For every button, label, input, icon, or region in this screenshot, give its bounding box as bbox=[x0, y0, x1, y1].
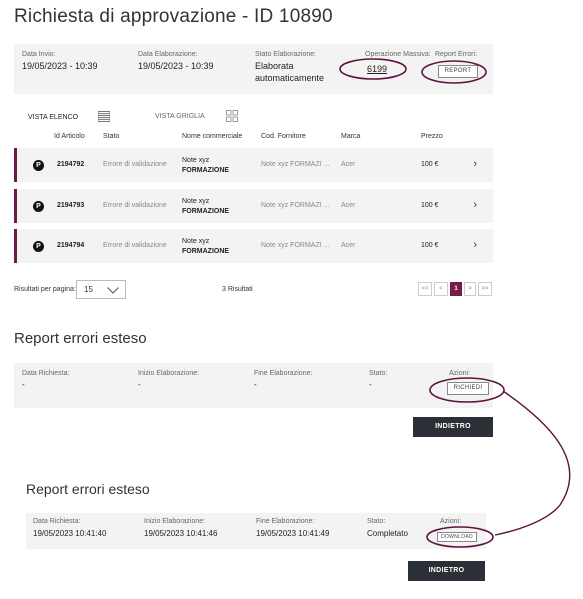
pager-next[interactable]: > bbox=[464, 282, 476, 296]
row-nome-line2: FORMAZIONE bbox=[182, 248, 230, 255]
inizio-elaborazione-value: - bbox=[138, 380, 141, 389]
row-nome-line2: FORMAZIONE bbox=[182, 167, 230, 174]
azioni-label: Azioni: bbox=[449, 370, 471, 377]
product-badge-icon: P bbox=[33, 241, 44, 252]
data-invio-label: Data Invio: bbox=[22, 51, 56, 58]
results-count: 3 Risultati bbox=[222, 286, 253, 293]
data-richiesta-label: Data Richiesta: bbox=[33, 518, 81, 525]
table-row[interactable]: P 2194794 Errore di validazione Note xyz… bbox=[14, 229, 493, 263]
page-title: Richiesta di approvazione - ID 10890 bbox=[14, 6, 333, 27]
row-prezzo: 100 € bbox=[421, 161, 439, 168]
stato-label: Stato: bbox=[369, 370, 388, 377]
inizio-elaborazione-value: 19/05/2023 10:41:46 bbox=[144, 529, 218, 538]
report-panel-completed: Data Richiesta: 19/05/2023 10:41:40 Iniz… bbox=[26, 513, 486, 549]
row-stato: Errore di validazione bbox=[103, 242, 167, 249]
list-view-icon[interactable] bbox=[98, 111, 110, 122]
chevron-right-icon[interactable]: › bbox=[473, 158, 477, 170]
report-errori-field: Report Errori: bbox=[435, 51, 477, 58]
back-button[interactable]: INDIETRO bbox=[413, 417, 493, 437]
chevron-down-icon bbox=[107, 287, 119, 294]
pager-prev[interactable]: < bbox=[434, 282, 448, 296]
row-cod-fornitore: Note xyz FORMAZI ... bbox=[261, 242, 330, 249]
stato-value: - bbox=[369, 380, 372, 389]
fine-elaborazione-label: Fine Elaborazione: bbox=[254, 370, 313, 377]
stato-value-line1: Elaborata bbox=[255, 61, 294, 71]
data-elaborazione-label: Data Elaborazione: bbox=[138, 51, 198, 58]
row-cod-fornitore: Note xyz FORMAZI ... bbox=[261, 202, 330, 209]
grid-view-icon[interactable] bbox=[226, 110, 238, 122]
grid-view-toggle[interactable]: VISTA GRIGLIA bbox=[155, 113, 205, 120]
row-prezzo: 100 € bbox=[421, 202, 439, 209]
connector-arrow bbox=[494, 390, 571, 536]
data-richiesta-value: 19/05/2023 10:41:40 bbox=[33, 529, 107, 538]
row-stato: Errore di validazione bbox=[103, 202, 167, 209]
operazione-massiva-field: Operazione Massiva: 6199 bbox=[365, 51, 431, 74]
operazione-massiva-label: Operazione Massiva: bbox=[365, 51, 431, 58]
report-panel: Data Richiesta: - Inizio Elaborazione: -… bbox=[14, 363, 493, 408]
per-page-value: 15 bbox=[84, 285, 93, 294]
header-marca: Marca bbox=[341, 133, 361, 140]
row-prezzo: 100 € bbox=[421, 242, 439, 249]
row-marca: Acer bbox=[341, 242, 356, 249]
per-page-label: Risultati per pagina: bbox=[14, 286, 76, 293]
per-page-select[interactable]: 15 bbox=[76, 280, 126, 299]
header-nome-commerciale: Nome commerciale bbox=[182, 133, 243, 140]
table-row[interactable]: P 2194793 Errore di validazione Note xyz… bbox=[14, 189, 493, 223]
operazione-massiva-link[interactable]: 6199 bbox=[367, 64, 431, 74]
request-summary: Data Invio: 19/05/2023 - 10:39 Data Elab… bbox=[14, 44, 493, 94]
header-cod-fornitore: Cod. Fornitore bbox=[261, 133, 306, 140]
back-button-completed[interactable]: INDIETRO bbox=[408, 561, 485, 581]
row-nome-line1: Note xyz bbox=[182, 198, 210, 205]
row-stato: Errore di validazione bbox=[103, 161, 167, 168]
row-id: 2194792 bbox=[57, 161, 85, 168]
data-richiesta-label: Data Richiesta: bbox=[22, 370, 70, 377]
data-invio-value: 19/05/2023 - 10:39 bbox=[22, 61, 98, 71]
data-invio-field: Data Invio: 19/05/2023 - 10:39 bbox=[22, 51, 98, 72]
report-section-title-completed: Report errori esteso bbox=[26, 481, 150, 497]
inizio-elaborazione-label: Inizio Elaborazione: bbox=[144, 518, 206, 525]
header-stato: Stato bbox=[103, 133, 120, 140]
stato-elaborazione-field: Stato Elaborazione: Elaborata automatica… bbox=[255, 51, 324, 84]
row-id: 2194793 bbox=[57, 202, 85, 209]
report-section-title: Report errori esteso bbox=[14, 330, 147, 347]
row-nome-line2: FORMAZIONE bbox=[182, 208, 230, 215]
product-badge-icon: P bbox=[33, 201, 44, 212]
chevron-right-icon[interactable]: › bbox=[473, 239, 477, 251]
product-badge-icon: P bbox=[33, 160, 44, 171]
row-nome: Note xyz FORMAZIONE bbox=[182, 197, 229, 217]
fine-elaborazione-label: Fine Elaborazione: bbox=[256, 518, 315, 525]
row-nome: Note xyz FORMAZIONE bbox=[182, 237, 229, 257]
header-prezzo: Prezzo bbox=[421, 133, 443, 140]
fine-elaborazione-value: 19/05/2023 10:41:49 bbox=[256, 529, 330, 538]
row-nome-line1: Note xyz bbox=[182, 157, 210, 164]
row-nome-line1: Note xyz bbox=[182, 238, 210, 245]
data-elaborazione-field: Data Elaborazione: 19/05/2023 - 10:39 bbox=[138, 51, 214, 72]
report-button[interactable]: REPORT bbox=[438, 65, 478, 78]
table-row[interactable]: P 2194792 Errore di validazione Note xyz… bbox=[14, 148, 493, 182]
row-marca: Acer bbox=[341, 202, 356, 209]
row-nome: Note xyz FORMAZIONE bbox=[182, 156, 229, 176]
stato-elaborazione-label: Stato Elaborazione: bbox=[255, 51, 317, 58]
data-elaborazione-value: 19/05/2023 - 10:39 bbox=[138, 61, 214, 71]
stato-value-line2: automaticamente bbox=[255, 73, 325, 83]
chevron-right-icon[interactable]: › bbox=[473, 199, 477, 211]
report-errori-label: Report Errori: bbox=[435, 51, 478, 58]
stato-elaborazione-value: Elaborata automaticamente bbox=[255, 60, 324, 84]
pager-last[interactable]: >> bbox=[478, 282, 492, 296]
data-richiesta-value: - bbox=[22, 380, 25, 389]
stato-label: Stato: bbox=[367, 518, 386, 525]
richiedi-button[interactable]: RICHIEDI bbox=[447, 382, 489, 395]
pager-first[interactable]: << bbox=[418, 282, 432, 296]
azioni-label: Azioni: bbox=[440, 518, 462, 525]
list-view-toggle[interactable]: VISTA ELENCO bbox=[28, 114, 78, 121]
row-marca: Acer bbox=[341, 161, 356, 168]
stato-value: Completato bbox=[367, 529, 408, 538]
fine-elaborazione-value: - bbox=[254, 380, 257, 389]
inizio-elaborazione-label: Inizio Elaborazione: bbox=[138, 370, 200, 377]
download-button[interactable]: DOWNLOAD bbox=[437, 532, 477, 542]
row-id: 2194794 bbox=[57, 242, 85, 249]
pager-current[interactable]: 1 bbox=[450, 282, 462, 296]
header-id-articolo: Id Articolo bbox=[54, 133, 85, 140]
row-cod-fornitore: Note xyz FORMAZI ... bbox=[261, 161, 330, 168]
